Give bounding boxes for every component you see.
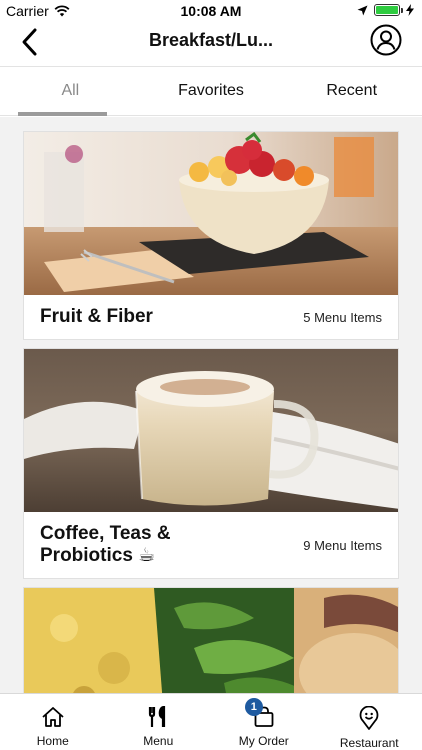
category-card-salad[interactable]: [23, 587, 399, 693]
status-right: [357, 4, 414, 16]
category-card-footer: Fruit & Fiber 5 Menu Items: [24, 295, 398, 339]
tabbar-menu-label: Menu: [143, 734, 174, 748]
battery-icon: [374, 4, 403, 16]
tab-favorites-label: Favorites: [178, 82, 244, 99]
filter-tabs: All Favorites Recent: [0, 66, 422, 116]
tabbar-menu[interactable]: Menu: [106, 694, 212, 750]
category-item-count: 9 Menu Items: [303, 537, 382, 553]
user-circle-icon: [370, 24, 402, 56]
category-card-footer: Coffee, Teas & Probiotics ☕ 9 Menu Items: [24, 512, 398, 578]
order-count-badge: 1: [244, 698, 263, 716]
category-card-fruit-fiber[interactable]: Fruit & Fiber 5 Menu Items: [23, 131, 399, 340]
tabbar-restaurant[interactable]: Restaurant: [317, 694, 422, 750]
fruit-bowl-image: [24, 132, 398, 295]
battery-level: [376, 6, 398, 14]
home-icon: [42, 707, 64, 727]
restaurant-location-icon: [359, 706, 379, 730]
tabbar-my-order[interactable]: 1 My Order: [211, 694, 317, 750]
page-title: Breakfast/Lu...: [148, 30, 274, 50]
category-title-line1: Coffee, Teas &: [40, 523, 171, 544]
category-card-coffee-teas[interactable]: Coffee, Teas & Probiotics ☕ 9 Menu Items: [23, 348, 399, 579]
tab-all-label: All: [61, 82, 80, 99]
charging-bolt-icon: [406, 4, 414, 16]
location-arrow-icon: [357, 5, 368, 15]
back-button[interactable]: [14, 26, 46, 58]
tab-all[interactable]: All: [0, 67, 141, 116]
latte-image: [24, 349, 398, 512]
fork-knife-icon: [149, 706, 166, 727]
tab-recent-label: Recent: [326, 82, 378, 99]
category-item-count: 5 Menu Items: [303, 309, 382, 325]
tabbar-restaurant-label: Restaurant: [339, 736, 399, 750]
tabbar-home[interactable]: Home: [0, 694, 106, 750]
tabbar-my-order-label: My Order: [238, 734, 289, 748]
profile-button[interactable]: [370, 24, 402, 56]
tabbar-home-label: Home: [36, 734, 69, 748]
tab-recent[interactable]: Recent: [281, 67, 422, 115]
category-title: Fruit & Fiber: [40, 306, 153, 327]
category-title-line2: Probiotics ☕: [40, 545, 156, 566]
chevron-left-icon: [22, 28, 37, 56]
tab-favorites[interactable]: Favorites: [141, 67, 282, 115]
category-title: Coffee, Teas & Probiotics ☕: [40, 523, 171, 567]
bottom-tab-bar: Home Menu 1 My Order Restaurant: [0, 693, 422, 750]
salad-quiche-image: [24, 588, 398, 693]
status-bar: Carrier 10:08 AM: [0, 0, 422, 22]
nav-bar: Breakfast/Lu...: [0, 22, 422, 66]
category-list[interactable]: Fruit & Fiber 5 Menu Items Coffee, Teas …: [0, 117, 422, 693]
